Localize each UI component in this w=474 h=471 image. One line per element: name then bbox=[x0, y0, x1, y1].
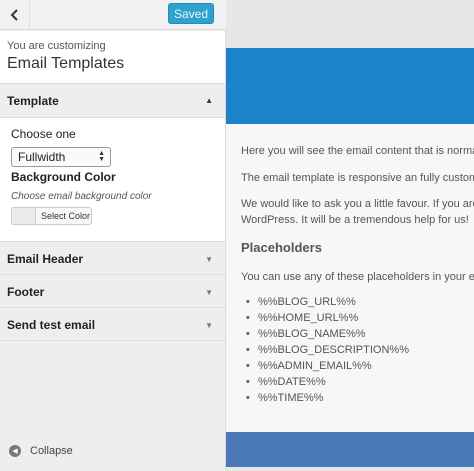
responsive-text: The email template is responsive an full… bbox=[241, 172, 474, 184]
placeholders-intro: You can use any of these placeholders in… bbox=[241, 271, 474, 283]
expand-down-icon: ▼ bbox=[205, 288, 213, 297]
customizer-topbar: Saved bbox=[0, 0, 226, 30]
template-panel: Choose one Fullwidth ▲ ▼ Background Color… bbox=[0, 118, 225, 242]
background-color-description: Choose email background color bbox=[11, 191, 152, 202]
section-send-test-email[interactable]: Send test email ▼ bbox=[0, 308, 225, 341]
section-send-test-email-label: Send test email bbox=[7, 318, 96, 332]
customizing-info: You are customizing Email Templates bbox=[0, 31, 225, 84]
back-button[interactable] bbox=[0, 0, 30, 30]
placeholder-item: %%HOME_URL%% bbox=[246, 312, 358, 324]
section-template-label: Template bbox=[7, 94, 59, 108]
customizer-sidebar: Saved You are customizing Email Template… bbox=[0, 0, 226, 471]
select-color-button[interactable]: Select Color bbox=[11, 207, 92, 225]
customizing-title: Email Templates bbox=[7, 55, 125, 72]
color-swatch bbox=[12, 208, 36, 224]
email-footer-banner bbox=[226, 432, 474, 467]
background-color-label: Background Color bbox=[11, 170, 116, 184]
email-body: Here you will see the email content that… bbox=[226, 124, 474, 432]
collapse-button[interactable]: ◀ Collapse bbox=[9, 445, 73, 457]
saved-button[interactable]: Saved bbox=[168, 3, 214, 24]
section-email-header-label: Email Header bbox=[7, 252, 84, 266]
collapse-label: Collapse bbox=[30, 445, 73, 457]
placeholder-item: %%BLOG_NAME%% bbox=[246, 328, 366, 340]
favour-text-line-1: We would like to ask you a little favour… bbox=[241, 198, 474, 210]
placeholders-heading: Placeholders bbox=[241, 240, 322, 255]
choose-one-label: Choose one bbox=[11, 127, 76, 141]
favour-text-line-2: WordPress. It will be a tremendous help … bbox=[241, 214, 469, 226]
layout-select-value: Fullwidth bbox=[18, 150, 66, 164]
customizing-subtitle: You are customizing bbox=[7, 40, 106, 52]
select-arrows-icon: ▲ ▼ bbox=[98, 150, 105, 163]
section-footer-label: Footer bbox=[7, 285, 45, 299]
placeholder-item: %%TIME%% bbox=[246, 392, 323, 404]
chevron-left-icon bbox=[10, 9, 18, 21]
collapse-arrow-icon: ◀ bbox=[9, 445, 21, 457]
expand-down-icon: ▼ bbox=[205, 321, 213, 330]
expand-down-icon: ▼ bbox=[205, 255, 213, 264]
email-preview: Here you will see the email content that… bbox=[226, 0, 474, 471]
section-email-header[interactable]: Email Header ▼ bbox=[0, 242, 225, 275]
section-template[interactable]: Template ▲ bbox=[0, 84, 225, 118]
layout-select[interactable]: Fullwidth ▲ ▼ bbox=[11, 147, 111, 167]
placeholder-item: %%BLOG_DESCRIPTION%% bbox=[246, 344, 409, 356]
placeholder-item: %%DATE%% bbox=[246, 376, 326, 388]
collapse-up-icon: ▲ bbox=[205, 96, 213, 105]
section-footer[interactable]: Footer ▼ bbox=[0, 275, 225, 308]
placeholder-item: %%BLOG_URL%% bbox=[246, 296, 356, 308]
intro-text: Here you will see the email content that… bbox=[241, 145, 474, 157]
select-color-label: Select Color bbox=[41, 211, 91, 221]
placeholder-item: %%ADMIN_EMAIL%% bbox=[246, 360, 372, 372]
email-header-banner bbox=[226, 48, 474, 124]
